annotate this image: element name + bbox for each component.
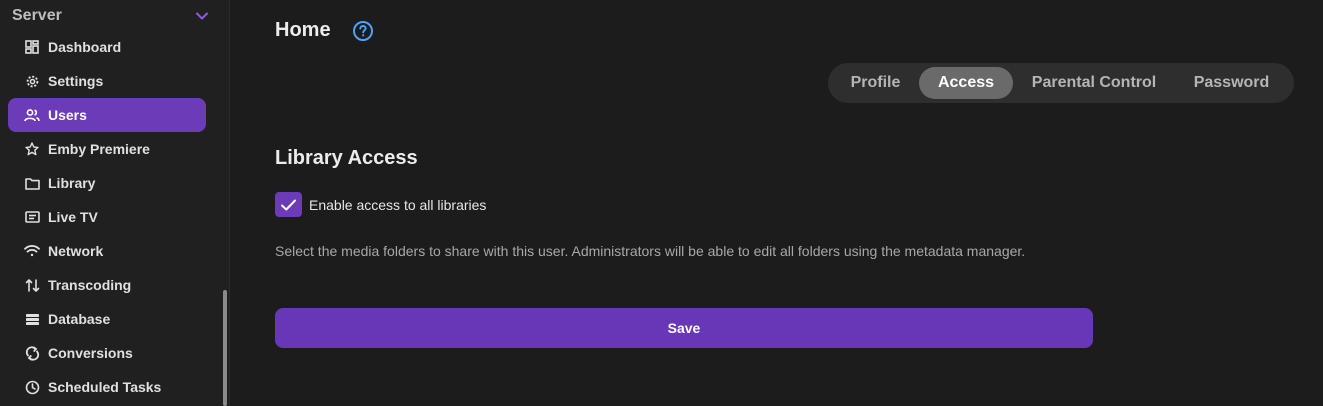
live-tv-icon [24, 209, 40, 225]
sidebar-item-label: Live TV [48, 209, 98, 225]
sidebar-item-label: Database [48, 311, 111, 327]
enable-all-libraries-option[interactable]: Enable access to all libraries [275, 192, 486, 217]
tab-profile[interactable]: Profile [832, 67, 919, 99]
chevron-down-icon[interactable] [194, 8, 210, 24]
enable-all-libraries-checkbox[interactable] [275, 192, 302, 217]
wifi-icon [24, 243, 40, 259]
help-circle-icon[interactable] [352, 20, 374, 42]
tab-parental-control[interactable]: Parental Control [1013, 67, 1175, 99]
sidebar-item-scheduled-tasks[interactable]: Scheduled Tasks [8, 370, 206, 404]
sidebar-item-label: Emby Premiere [48, 141, 150, 157]
sidebar-item-conversions[interactable]: Conversions [8, 336, 206, 370]
sidebar-item-label: Conversions [48, 345, 133, 361]
sidebar-item-database[interactable]: Database [8, 302, 206, 336]
sidebar-scrollbar[interactable] [223, 290, 227, 406]
tab-password[interactable]: Password [1175, 67, 1288, 99]
section-heading: Library Access [275, 147, 418, 169]
sidebar-item-label: Network [48, 243, 104, 259]
tab-access[interactable]: Access [919, 67, 1013, 99]
sidebar-item-label: Users [48, 107, 87, 123]
sidebar-item-dashboard[interactable]: Dashboard [8, 30, 206, 64]
dashboard-icon [24, 39, 40, 55]
app-window: Server Dashboard Settings Users Emby Pre… [0, 0, 1323, 406]
sidebar-section-title: Server [12, 7, 62, 24]
sidebar-item-live-tv[interactable]: Live TV [8, 200, 206, 234]
transcoding-icon [24, 277, 40, 293]
sync-icon [24, 345, 40, 361]
library-access-help-text: Select the media folders to share with t… [275, 243, 1026, 259]
sidebar-section-server[interactable]: Server [10, 5, 210, 27]
sidebar-item-users[interactable]: Users [8, 98, 206, 132]
database-icon [24, 311, 40, 327]
sidebar-item-label: Transcoding [48, 277, 132, 293]
sidebar-item-library[interactable]: Library [8, 166, 206, 200]
clock-icon [24, 379, 40, 395]
sidebar-nav: Dashboard Settings Users Emby Premiere L… [8, 30, 206, 404]
users-icon [24, 107, 40, 123]
save-button[interactable]: Save [275, 308, 1093, 348]
sidebar: Server Dashboard Settings Users Emby Pre… [0, 0, 230, 406]
tab-bar: Profile Access Parental Control Password [828, 63, 1294, 103]
sidebar-item-transcoding[interactable]: Transcoding [8, 268, 206, 302]
sidebar-item-label: Dashboard [48, 39, 122, 55]
sidebar-item-network[interactable]: Network [8, 234, 206, 268]
checkbox-label: Enable access to all libraries [309, 196, 487, 213]
star-icon [24, 141, 40, 157]
sidebar-item-label: Library [48, 175, 96, 191]
sidebar-item-label: Scheduled Tasks [48, 379, 162, 395]
page-title: Home [275, 19, 331, 41]
sidebar-item-label: Settings [48, 73, 104, 89]
folder-icon [24, 175, 40, 191]
sidebar-item-emby-premiere[interactable]: Emby Premiere [8, 132, 206, 166]
sidebar-item-settings[interactable]: Settings [8, 64, 206, 98]
gear-icon [24, 73, 40, 89]
